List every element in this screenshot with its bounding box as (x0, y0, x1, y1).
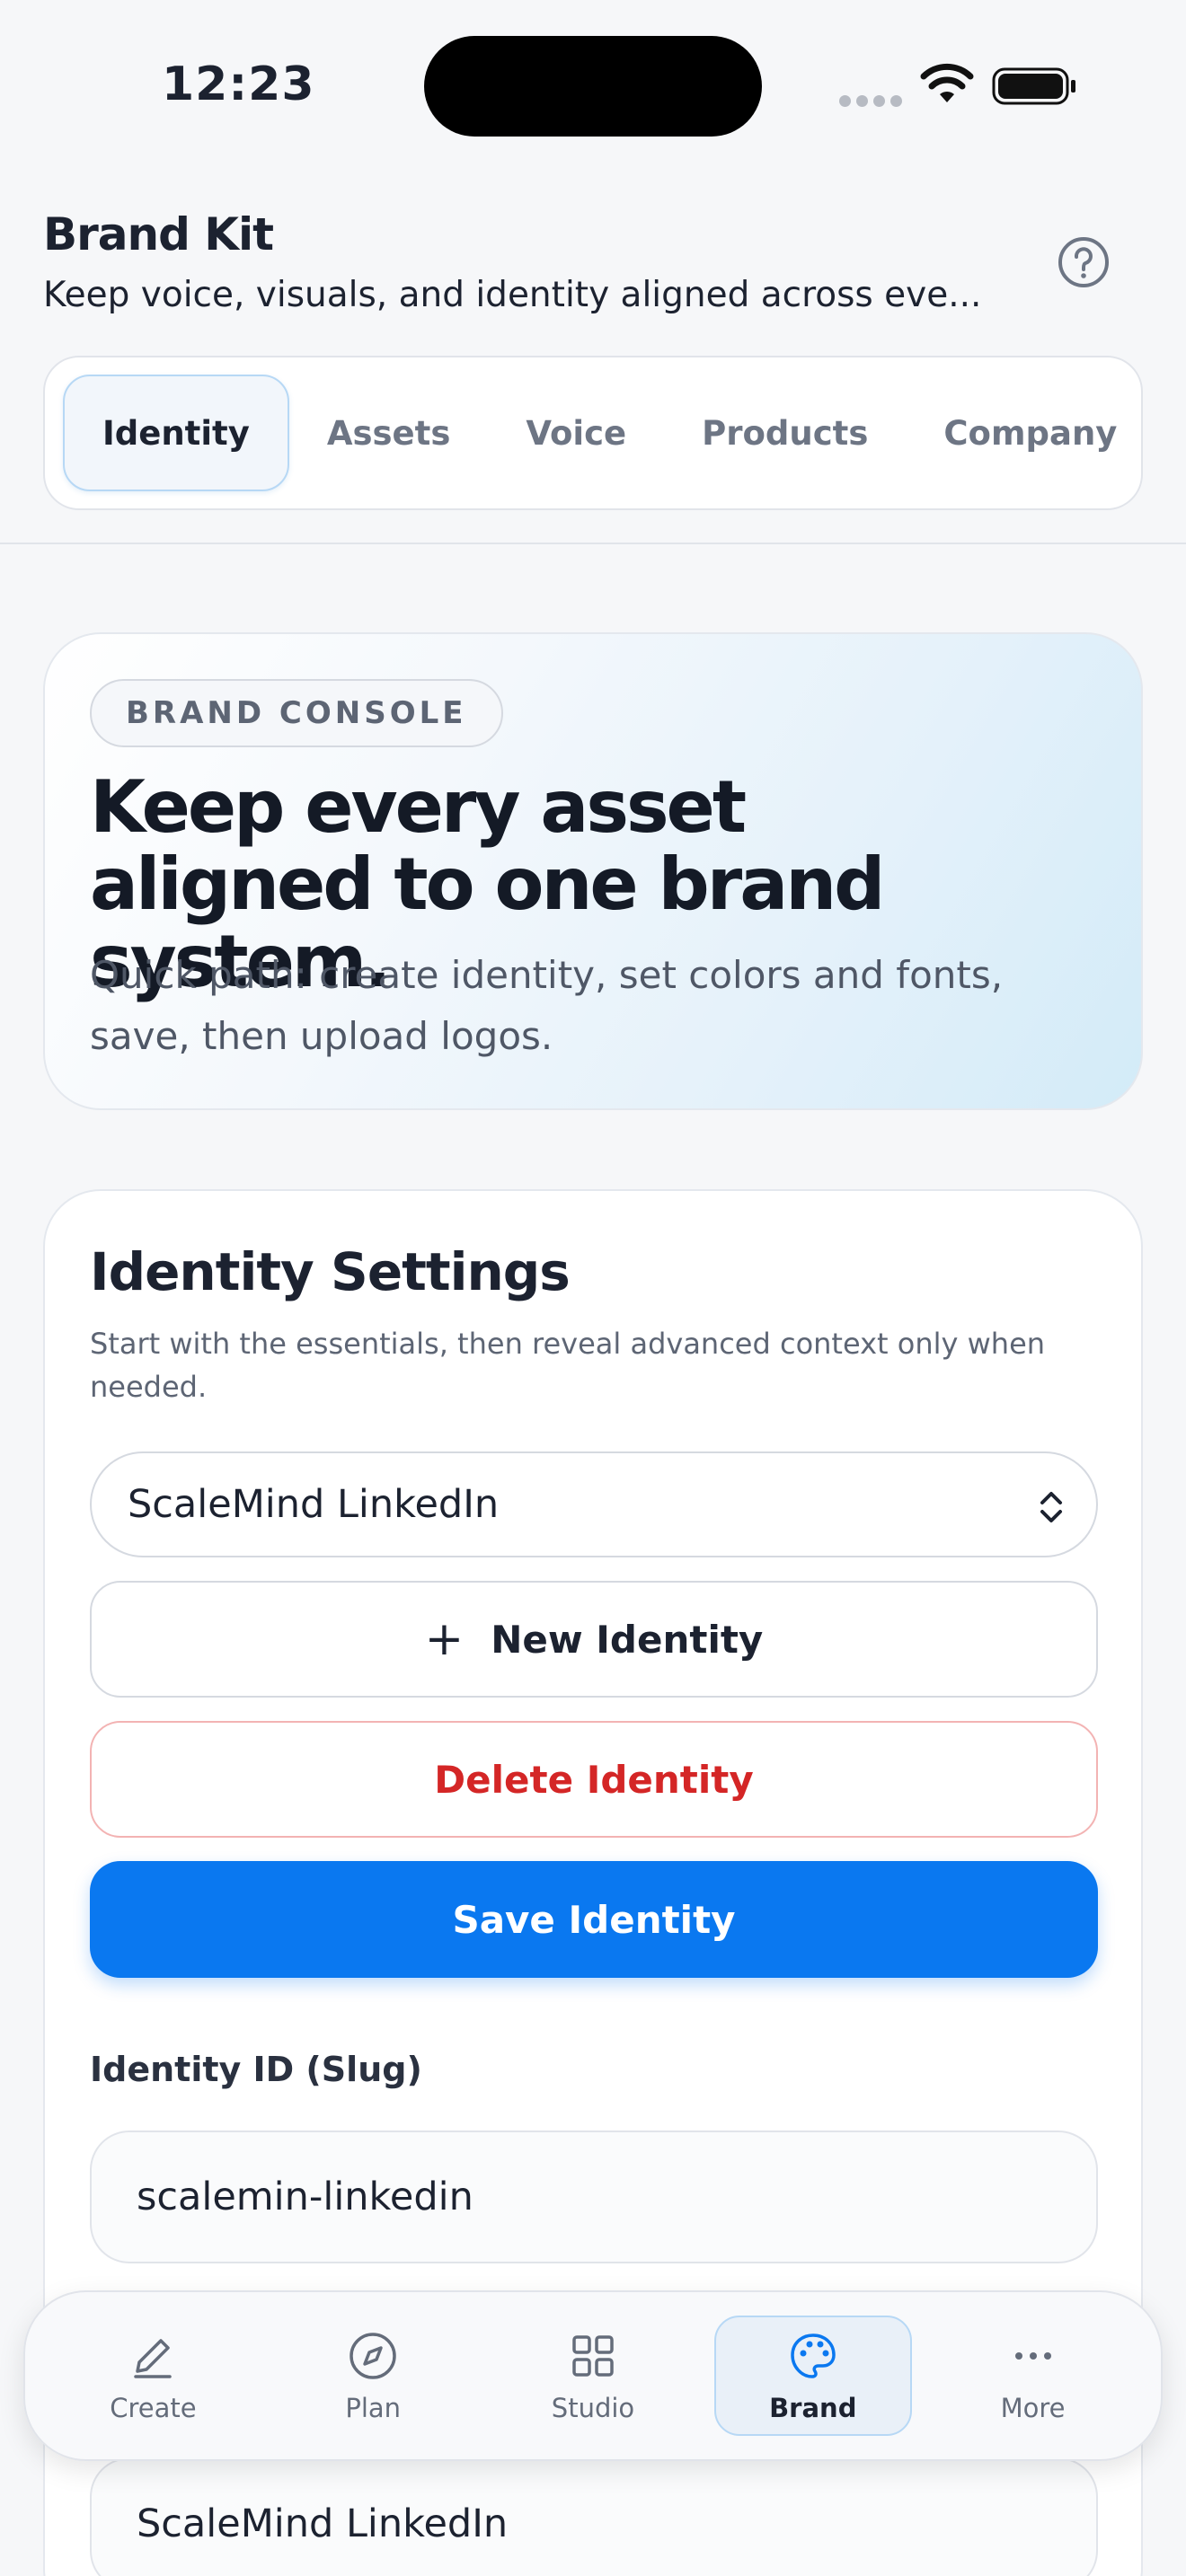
tab-identity[interactable]: Identity (63, 375, 289, 491)
identity-settings-title: Identity Settings (90, 1241, 571, 1302)
tab-voice[interactable]: Voice (488, 375, 664, 491)
battery-icon (992, 67, 1075, 105)
identity-select[interactable]: ScaleMind LinkedIn (90, 1451, 1098, 1557)
brand-console-card: BRAND CONSOLE Keep every asset aligned t… (43, 632, 1143, 1110)
dynamic-island (424, 36, 762, 137)
nav-more[interactable]: More (934, 2316, 1132, 2436)
hero-description: Quick path: create identity, set colors … (90, 953, 1004, 1058)
compass-icon (350, 2333, 396, 2379)
nav-create-label: Create (110, 2393, 197, 2423)
slug-label: Identity ID (Slug) (90, 2050, 422, 2089)
plus-icon: + (424, 1612, 465, 1666)
identity-select-value: ScaleMind LinkedIn (128, 1482, 500, 1527)
page-title: Brand Kit (43, 208, 274, 260)
tab-assets[interactable]: Assets (289, 375, 489, 491)
delete-identity-button[interactable]: Delete Identity (90, 1721, 1098, 1838)
cellular-signal-icon (839, 95, 902, 107)
brand-kit-screen: 12:23 Brand Kit Keep voice, visuals, and… (0, 0, 1186, 2576)
slug-input[interactable]: scalemin-linkedin (90, 2130, 1098, 2263)
chevron-up-down-icon (1040, 1492, 1062, 1522)
section-tabs: Identity Assets Voice Products Company (43, 356, 1143, 510)
nav-studio[interactable]: Studio (494, 2316, 692, 2436)
tab-products[interactable]: Products (664, 375, 906, 491)
pencil-icon (134, 2339, 173, 2378)
nav-create[interactable]: Create (54, 2316, 252, 2436)
more-icon (1014, 2352, 1051, 2360)
new-identity-label: New Identity (491, 1617, 764, 1662)
wifi-icon (920, 63, 974, 102)
help-icon[interactable] (1057, 235, 1111, 289)
identity-name-input[interactable]: ScaleMind LinkedIn (90, 2457, 1098, 2576)
header-divider (0, 543, 1186, 544)
nav-studio-label: Studio (551, 2393, 635, 2423)
nav-brand-label: Brand (769, 2393, 857, 2423)
save-identity-button[interactable]: Save Identity (90, 1861, 1098, 1978)
grid-icon (572, 2335, 614, 2377)
bottom-nav: Create Plan Studio Brand More (23, 2290, 1163, 2461)
status-time: 12:23 (162, 57, 315, 111)
new-identity-button[interactable]: + New Identity (90, 1581, 1098, 1698)
nav-plan[interactable]: Plan (274, 2316, 472, 2436)
page-subtitle: Keep voice, visuals, and identity aligne… (43, 275, 982, 315)
tab-company[interactable]: Company (906, 375, 1155, 491)
nav-brand[interactable]: Brand (713, 2316, 912, 2436)
nav-more-label: More (1000, 2393, 1066, 2423)
nav-plan-label: Plan (345, 2393, 402, 2423)
palette-icon (791, 2333, 836, 2378)
identity-settings-description: Start with the essentials, then reveal a… (90, 1327, 1046, 1404)
brand-console-badge: BRAND CONSOLE (90, 679, 503, 747)
